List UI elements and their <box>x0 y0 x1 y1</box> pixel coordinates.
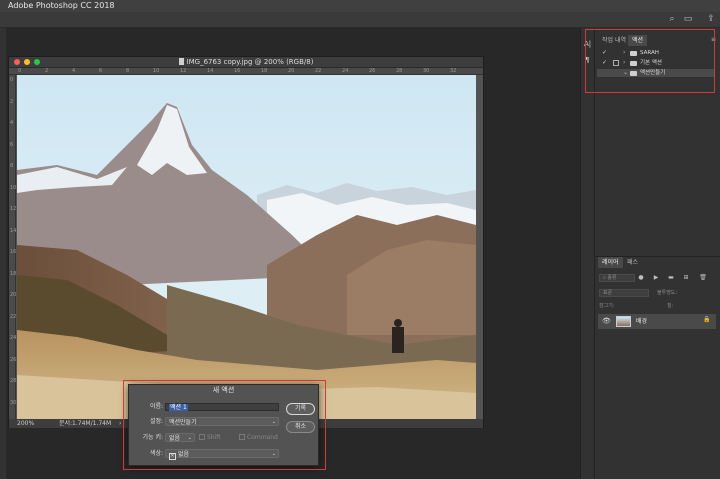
ruler-tick: 28 <box>396 68 403 74</box>
ruler-tick: 2 <box>45 68 49 74</box>
layer-filter-select[interactable]: ⌕ 종류 <box>599 274 635 282</box>
ruler-tick: 18 <box>261 68 268 74</box>
record-icon[interactable]: ● <box>637 274 645 281</box>
ruler-tick: 24 <box>342 68 349 74</box>
layer-name: 배경 <box>636 318 648 325</box>
layer-row[interactable]: 👁 배경 🔒 <box>598 314 716 329</box>
ruler-tick: 0 <box>18 68 22 74</box>
right-panel-dock: 작업 내역 액션 ≡ ✓ › SARAH ✓ › 기본 액션 ⌄ 액션만들기 ■… <box>594 28 720 479</box>
ruler-tick: 24 <box>10 335 17 341</box>
photoshop-window: Adobe Photoshop CC 2018 ⌕ ▭ ⇪ IMG_6763 c… <box>0 0 720 479</box>
search-icon[interactable]: ⌕ <box>667 14 677 24</box>
blend-mode-select[interactable]: 표준 <box>599 289 649 297</box>
new-set-icon[interactable]: ▬ <box>667 274 675 281</box>
ruler-tick: 22 <box>315 68 322 74</box>
workspace-icon[interactable]: ▭ <box>683 14 693 24</box>
ruler-tick: 28 <box>10 378 17 384</box>
dialog-highlight-box <box>123 380 326 470</box>
image-canvas[interactable] <box>17 75 476 419</box>
play-icon[interactable]: ▶ <box>652 274 660 281</box>
tools-panel <box>0 28 6 479</box>
actions-highlight-box <box>585 29 715 93</box>
options-bar <box>0 12 720 28</box>
ruler-tick: 32 <box>450 68 457 74</box>
ruler-tick: 8 <box>10 163 14 169</box>
ruler-tick: 8 <box>126 68 130 74</box>
document-title: IMG_6763 copy.jpg @ 200% (RGB/8) <box>9 57 483 68</box>
ruler-tick: 16 <box>234 68 241 74</box>
ruler-tick: 14 <box>207 68 214 74</box>
mountain-photo <box>17 75 476 419</box>
ruler-tick: 18 <box>10 270 17 277</box>
tab-layers[interactable]: 레이어 <box>598 257 623 268</box>
collapsed-panel-icons: A| ¶ <box>580 28 594 479</box>
ruler-tick: 14 <box>10 227 17 234</box>
layer-thumbnail <box>616 316 631 327</box>
ruler-tick: 6 <box>10 141 14 148</box>
ruler-vertical[interactable]: 0 2 4 6 8 10 12 14 16 18 20 22 24 26 28 30 <box>9 75 16 419</box>
ruler-tick: 30 <box>423 68 430 74</box>
chevron-right-icon[interactable]: › <box>119 419 121 428</box>
share-icon[interactable]: ⇪ <box>706 14 716 24</box>
ruler-tick: 10 <box>153 68 160 74</box>
ruler-tick: 4 <box>10 120 14 126</box>
ruler-tick: 26 <box>369 68 376 74</box>
ruler-tick: 12 <box>10 206 17 212</box>
new-action-icon[interactable]: ⊞ <box>682 274 690 281</box>
ruler-tick: 26 <box>10 356 17 363</box>
eye-icon[interactable]: 👁 <box>602 317 611 325</box>
app-title: Adobe Photoshop CC 2018 <box>8 1 115 10</box>
ruler-tick: 20 <box>10 292 17 298</box>
ruler-tick: 20 <box>288 68 295 74</box>
tab-paths[interactable]: 패스 <box>623 257 642 268</box>
app-title-bar: Adobe Photoshop CC 2018 <box>0 0 720 12</box>
ruler-tick: 2 <box>10 98 14 105</box>
ruler-horizontal[interactable]: 0 2 4 6 8 10 12 14 16 18 20 22 24 26 28 30 32 <box>9 68 483 75</box>
document-info: 문서:1.74M/1.74M <box>59 420 112 427</box>
document-title-bar: IMG_6763 copy.jpg @ 200% (RGB/8) <box>9 57 483 68</box>
ruler-tick: 0 <box>10 77 14 83</box>
trash-icon[interactable]: 🗑 <box>699 274 707 281</box>
opacity-label: 불투명도: <box>657 290 678 296</box>
lock-label: 잠그기: <box>599 303 615 309</box>
file-icon <box>178 58 184 65</box>
ruler-tick: 6 <box>99 68 103 74</box>
ruler-tick: 10 <box>10 184 17 191</box>
ruler-tick: 30 <box>10 399 17 406</box>
ruler-tick: 16 <box>10 249 17 255</box>
ruler-tick: 22 <box>10 313 17 320</box>
ruler-tick: 12 <box>180 68 187 74</box>
zoom-level[interactable]: 200% <box>17 419 34 428</box>
ruler-tick: 4 <box>72 68 76 74</box>
document-window: IMG_6763 copy.jpg @ 200% (RGB/8) 0 2 4 6 8 10… <box>8 56 484 428</box>
lock-icon: 🔒 <box>703 316 711 323</box>
fill-label: 칠: <box>667 303 674 309</box>
